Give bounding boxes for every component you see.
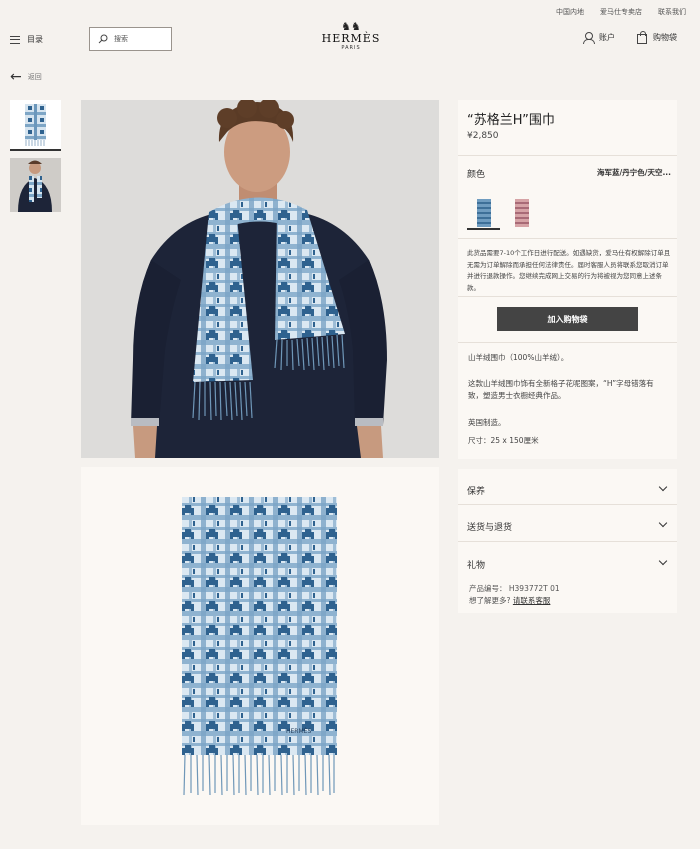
back-link[interactable]: ← 返回 xyxy=(10,69,42,85)
utility-links: 中国内地 爱马仕专卖店 联系我们 xyxy=(556,7,686,17)
cart-label: 购物袋 xyxy=(653,33,677,42)
contact-service-link[interactable]: 请联系客服 xyxy=(513,596,551,605)
person-icon xyxy=(583,32,595,44)
cart-button[interactable]: 购物袋 xyxy=(637,30,677,44)
product-description: 这款山羊绒围巾饰有全新格子花呢图案，“H”字母错落有致，塑造男士衣橱经典作品。 xyxy=(468,379,654,400)
made-in: 英国制造。 xyxy=(468,418,506,427)
arrow-left-icon: ← xyxy=(10,69,22,85)
product-title: “苏格兰H”围巾 xyxy=(467,113,555,128)
scarf-label: HERMÈS xyxy=(286,727,311,735)
chevron-down-icon xyxy=(658,518,668,528)
carriage-icon: ♞♞ xyxy=(341,20,361,33)
stores-link[interactable]: 爱马仕专卖店 xyxy=(600,7,642,17)
color-swatch-pink[interactable] xyxy=(515,199,529,227)
hamburger-icon xyxy=(10,35,20,44)
divider xyxy=(458,504,677,505)
product-material: 山羊绒围巾（100%山羊绒）。 xyxy=(468,353,569,362)
back-label: 返回 xyxy=(27,73,42,81)
chevron-down-icon xyxy=(658,556,668,566)
search-icon xyxy=(98,34,108,44)
product-photo-flat: HERMÈS xyxy=(81,467,439,825)
color-swatch-blue[interactable] xyxy=(477,199,491,227)
accordion-shipping[interactable]: 送货与退货 xyxy=(458,515,677,535)
menu-button[interactable]: 目录 xyxy=(10,34,43,45)
divider xyxy=(458,238,677,239)
account-button[interactable]: 账户 xyxy=(583,32,615,44)
region-link[interactable]: 中国内地 xyxy=(556,7,584,17)
product-code: 产品编号： H393772T 01 xyxy=(469,584,560,593)
color-label: 颜色 xyxy=(467,170,486,180)
brand-logo[interactable]: ♞♞ HERMÈS PARIS xyxy=(318,20,384,51)
divider xyxy=(458,296,677,297)
details-accordion: 保养 送货与退货 礼物 产品编号： H393772T 01 想了解更多? 请联系… xyxy=(458,469,677,613)
product-photo-model xyxy=(81,100,439,458)
color-value: 海军蓝/丹宁色/天空... xyxy=(596,168,671,177)
accordion-label: 礼物 xyxy=(467,561,486,571)
search-input[interactable]: 搜索 xyxy=(114,34,128,44)
add-to-cart-button[interactable]: 加入购物袋 xyxy=(497,307,638,331)
accordion-label: 送货与退货 xyxy=(467,523,513,533)
product-price: ¥2,850 xyxy=(467,131,499,141)
menu-label: 目录 xyxy=(27,35,43,44)
help-line: 想了解更多? 请联系客服 xyxy=(469,595,550,606)
help-text: 想了解更多? xyxy=(469,596,511,605)
accordion-care[interactable]: 保养 xyxy=(458,479,677,499)
product-size: 尺寸：25 x 150厘米 xyxy=(468,436,539,445)
divider xyxy=(458,342,677,343)
thumbnail-scarf[interactable] xyxy=(10,100,61,151)
divider xyxy=(458,155,677,156)
logo-wordmark: HERMÈS xyxy=(321,32,381,45)
logo-city: PARIS xyxy=(341,45,361,51)
contact-link[interactable]: 联系我们 xyxy=(658,7,686,17)
bag-icon xyxy=(637,30,647,44)
delivery-notice: 此货品需要7-10个工作日进行配送。如遇缺货，爱马仕有权解除订单且无需为订单解除… xyxy=(467,249,671,292)
chevron-down-icon xyxy=(658,482,668,492)
product-info-panel: “苏格兰H”围巾 ¥2,850 颜色 海军蓝/丹宁色/天空... 此货品需要7-… xyxy=(458,100,677,459)
accordion-label: 保养 xyxy=(467,487,486,497)
accordion-gift[interactable]: 礼物 xyxy=(458,553,677,573)
top-bar: 中国内地 爱马仕专卖店 联系我们 目录 搜索 ♞♞ HERMÈS PARIS 账… xyxy=(0,0,700,62)
search-box[interactable]: 搜索 xyxy=(89,27,172,51)
account-label: 账户 xyxy=(599,33,615,42)
selected-swatch-indicator xyxy=(467,228,500,230)
thumbnail-model[interactable] xyxy=(10,158,61,212)
divider xyxy=(458,541,677,542)
